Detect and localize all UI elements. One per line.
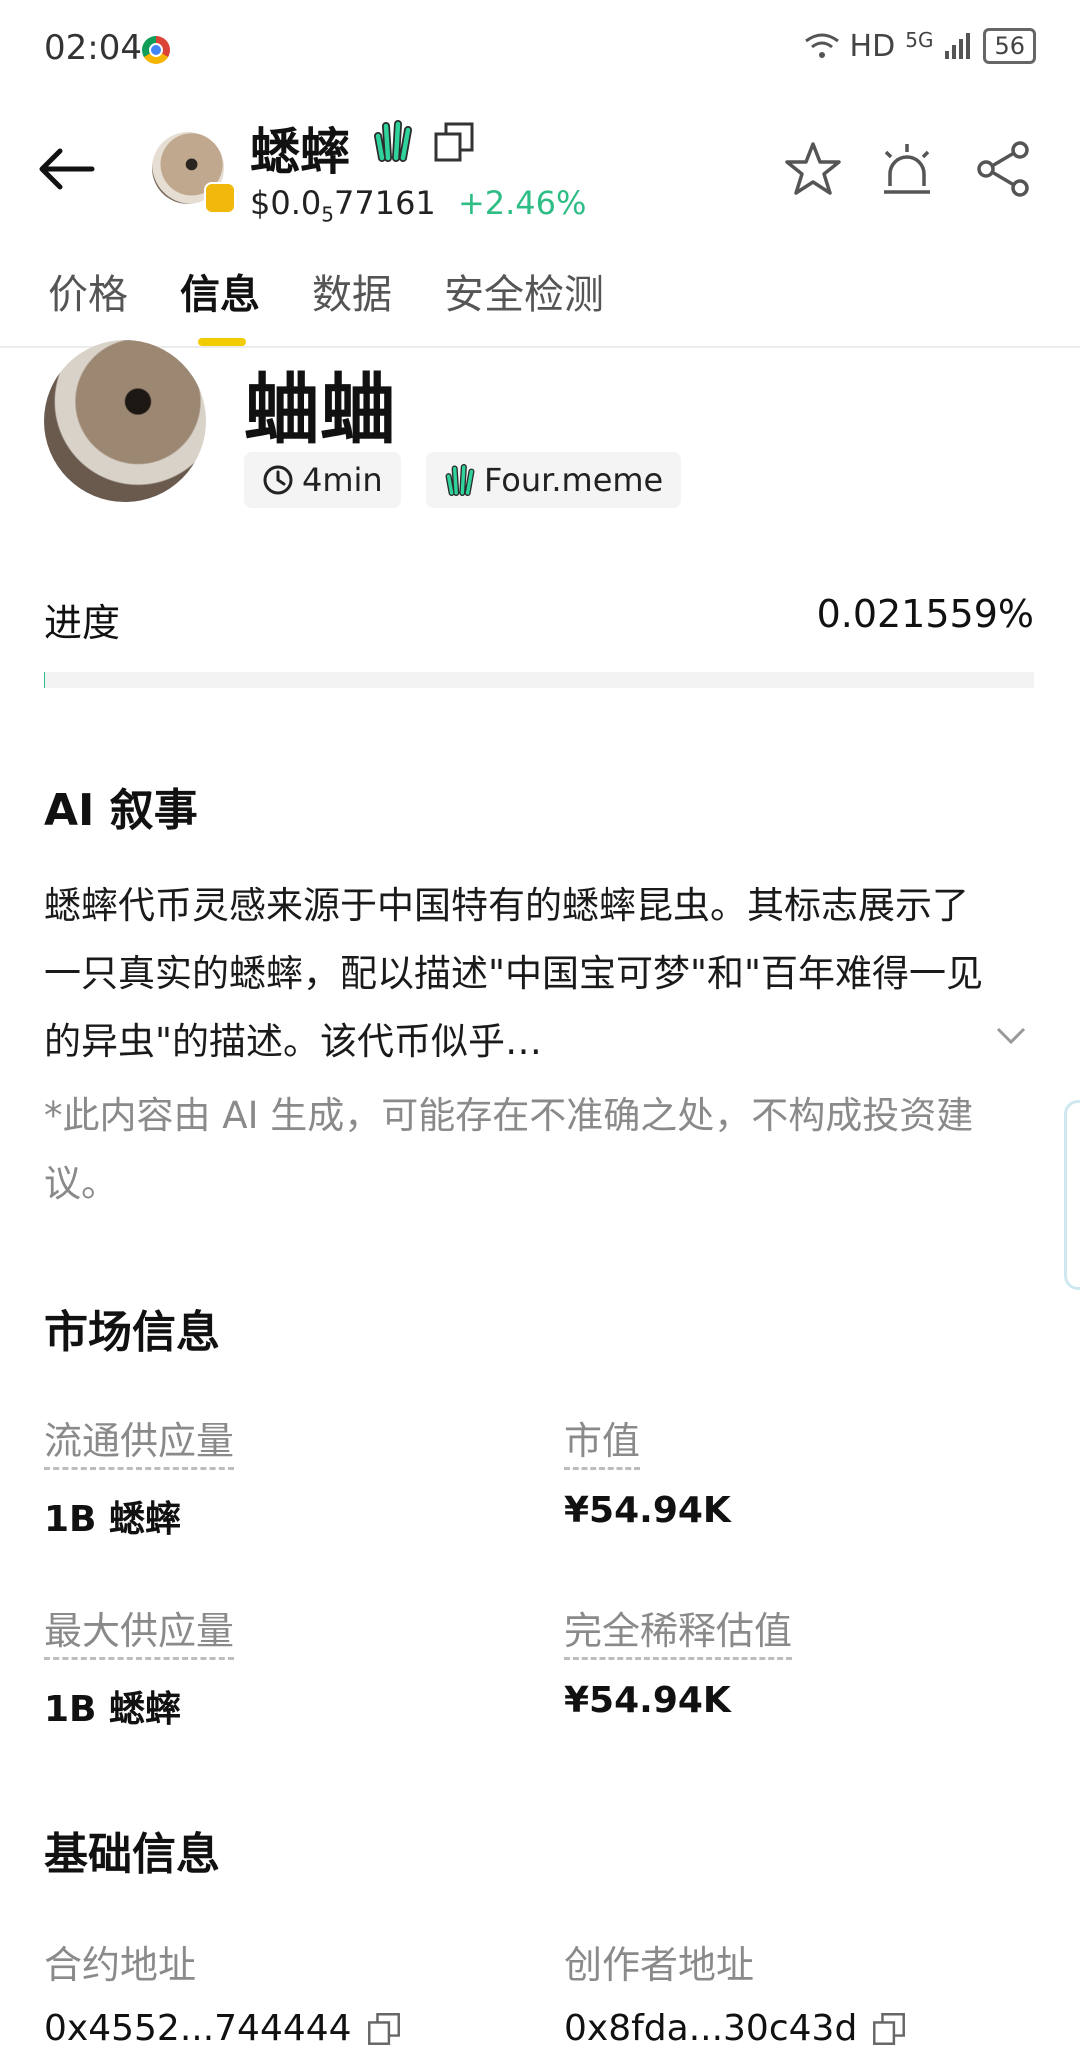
network-label: HD <box>850 29 896 64</box>
four-meme-hand-icon <box>444 462 476 498</box>
price-change: +2.46% <box>458 184 586 222</box>
divider <box>0 346 1080 348</box>
signal-label: 5G <box>905 28 933 52</box>
token-display-name: 蛐蛐 <box>244 348 396 458</box>
contract-address-value: 0x4552...744444 <box>44 2008 352 2049</box>
ai-narrative-text: 蟋蟀代币灵感来源于中国特有的蟋蟀昆虫。其标志展示了一只真实的蟋蟀，配以描述"中国… <box>44 872 984 1076</box>
active-tab-indicator <box>198 338 246 346</box>
star-icon[interactable] <box>784 140 842 198</box>
tab-info[interactable]: 信息 <box>180 262 260 320</box>
age-label: 4min <box>302 461 383 499</box>
price-digits: 77161 <box>334 184 436 222</box>
ai-narrative-title: AI 叙事 <box>44 774 198 838</box>
back-arrow-icon[interactable] <box>38 146 96 192</box>
tab-price[interactable]: 价格 <box>48 262 128 320</box>
max-supply-value: 1B 蟋蟀 <box>44 1680 181 1732</box>
platform-label: Four.meme <box>484 461 663 499</box>
fdv-value: ¥54.94K <box>564 1680 731 1721</box>
wifi-icon <box>804 31 840 61</box>
progress-value: 0.021559% <box>817 592 1034 636</box>
price-prefix: $0.0 <box>250 184 321 222</box>
status-time: 02:04 <box>44 28 142 68</box>
clock-icon <box>262 464 294 496</box>
four-meme-hand-icon <box>372 118 414 164</box>
market-info-title: 市场信息 <box>44 1296 220 1360</box>
chrome-icon <box>142 36 170 64</box>
tab-security[interactable]: 安全检测 <box>444 262 604 320</box>
age-chip: 4min <box>244 452 401 508</box>
alert-icon[interactable] <box>876 140 938 198</box>
contract-address-row: 0x4552...744444 <box>44 2008 402 2049</box>
floating-side-handle[interactable] <box>1064 1100 1080 1290</box>
tab-data[interactable]: 数据 <box>312 262 392 320</box>
bnb-chain-badge-icon <box>204 182 236 214</box>
token-price: $0.0577161 +2.46% <box>250 184 586 226</box>
token-name: 蟋蟀 <box>250 112 350 184</box>
ai-disclaimer: *此内容由 AI 生成，可能存在不准确之处，不构成投资建议。 <box>44 1082 1024 1218</box>
chevron-down-icon[interactable] <box>996 1026 1026 1046</box>
copy-icon[interactable] <box>871 2011 907 2047</box>
platform-chip[interactable]: Four.meme <box>426 452 681 508</box>
basic-info-title: 基础信息 <box>44 1818 220 1882</box>
fdv-label[interactable]: 完全稀释估值 <box>564 1600 792 1660</box>
copy-icon[interactable] <box>366 2011 402 2047</box>
market-cap-value: ¥54.94K <box>564 1490 731 1531</box>
signal-icon <box>943 31 973 61</box>
progress-bar <box>44 672 1034 688</box>
copy-icon[interactable] <box>432 120 476 164</box>
price-zero-count: 5 <box>321 202 334 226</box>
contract-address-label: 合约地址 <box>44 1934 196 1991</box>
circulating-supply-value: 1B 蟋蟀 <box>44 1490 181 1542</box>
progress-label: 进度 <box>44 592 120 647</box>
creator-address-label: 创作者地址 <box>564 1934 754 1991</box>
creator-address-value: 0x8fda...30c43d <box>564 2008 857 2049</box>
max-supply-label[interactable]: 最大供应量 <box>44 1600 234 1660</box>
circulating-supply-label[interactable]: 流通供应量 <box>44 1410 234 1470</box>
market-cap-label[interactable]: 市值 <box>564 1410 640 1470</box>
creator-address-row: 0x8fda...30c43d <box>564 2008 907 2049</box>
share-icon[interactable] <box>976 140 1032 198</box>
status-indicators: HD 5G 56 <box>804 28 1036 64</box>
token-image <box>44 340 206 502</box>
battery-icon: 56 <box>983 28 1036 64</box>
